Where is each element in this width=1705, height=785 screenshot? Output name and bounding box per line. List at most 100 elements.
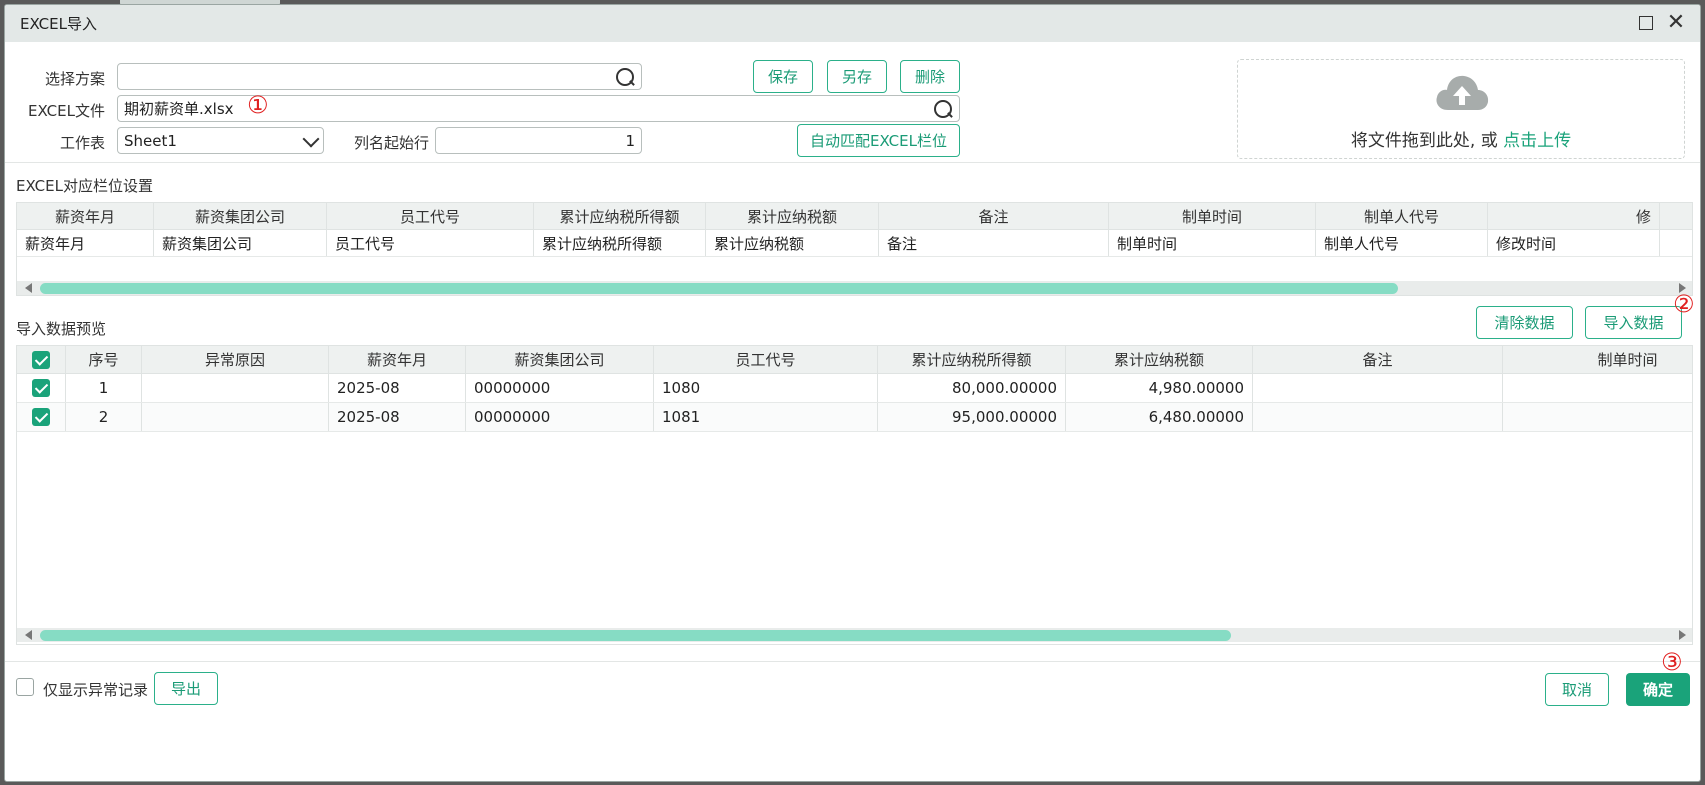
search-icon[interactable] xyxy=(615,67,635,87)
preview-scrollbar[interactable] xyxy=(17,628,1692,642)
import-data-button[interactable]: 导入数据 xyxy=(1585,306,1682,339)
preview-header-cell: 累计应纳税额 xyxy=(1066,346,1253,373)
search-icon[interactable] xyxy=(933,99,953,119)
mapping-header-cell: 制单人代号 xyxy=(1316,203,1488,229)
mapping-scrollbar[interactable] xyxy=(17,281,1692,295)
table-cell: 80,000.00000 xyxy=(878,374,1066,402)
scheme-label: 选择方案 xyxy=(44,70,105,88)
table-cell: 2025-08 xyxy=(329,374,466,402)
mapping-cell[interactable]: 制单时间 xyxy=(1109,230,1316,256)
preview-header-cell: 薪资年月 xyxy=(329,346,466,373)
preview-header-cell: 薪资集团公司 xyxy=(466,346,654,373)
maximize-icon xyxy=(1639,16,1653,30)
mapping-cell[interactable]: 修改时间 xyxy=(1488,230,1660,256)
clear-data-button[interactable]: 清除数据 xyxy=(1476,306,1573,339)
cloud-upload-icon xyxy=(1436,75,1489,110)
select-all-cell[interactable] xyxy=(17,346,66,373)
only-abnormal-checkbox[interactable] xyxy=(16,678,34,696)
table-cell: 00000000 xyxy=(466,374,654,402)
start-row-label: 列名起始行 xyxy=(353,134,429,152)
table-cell: 6,480.00000 xyxy=(1066,403,1253,431)
preview-header-row: 序号 异常原因 薪资年月 薪资集团公司 员工代号 累计应纳税所得额 累计应纳税额… xyxy=(17,346,1692,374)
table-cell: 1 xyxy=(66,374,142,402)
mapping-header-cell: 备注 xyxy=(879,203,1109,229)
row-checkbox[interactable] xyxy=(32,408,50,426)
mapping-header-row: 薪资年月 薪资集团公司 员工代号 累计应纳税所得额 累计应纳税额 备注 制单时间… xyxy=(17,203,1692,230)
mapping-header-cell: 薪资集团公司 xyxy=(154,203,327,229)
mapping-grid: 薪资年月 薪资集团公司 员工代号 累计应纳税所得额 累计应纳税额 备注 制单时间… xyxy=(16,202,1693,296)
dialog-title: EXCEL导入 xyxy=(20,15,97,33)
start-row-value: 1 xyxy=(625,131,635,150)
scroll-right-icon[interactable] xyxy=(1679,630,1686,640)
table-cell xyxy=(1503,403,1692,431)
confirm-button[interactable]: 确定 xyxy=(1626,673,1690,706)
mapping-header-cell: 员工代号 xyxy=(327,203,534,229)
table-cell: 95,000.00000 xyxy=(878,403,1066,431)
scroll-left-icon[interactable] xyxy=(25,630,32,640)
title-bar: EXCEL导入 ✕ xyxy=(5,5,1700,42)
only-abnormal-label[interactable]: 仅显示异常记录 xyxy=(43,679,148,700)
save-as-button[interactable]: 另存 xyxy=(827,60,887,93)
chevron-down-icon xyxy=(303,134,317,148)
table-cell: 4,980.00000 xyxy=(1066,374,1253,402)
mapping-header-cell: 薪资年月 xyxy=(17,203,154,229)
preview-header-cell: 异常原因 xyxy=(142,346,329,373)
table-row[interactable]: 2 2025-08 00000000 1081 95,000.00000 6,4… xyxy=(17,403,1692,432)
table-cell: 1081 xyxy=(654,403,878,431)
row-checkbox[interactable] xyxy=(32,379,50,397)
table-row[interactable]: 1 2025-08 00000000 1080 80,000.00000 4,9… xyxy=(17,374,1692,403)
mapping-section-label: EXCEL对应栏位设置 xyxy=(16,177,153,195)
table-cell xyxy=(142,403,329,431)
mapping-cell[interactable]: 累计应纳税所得额 xyxy=(534,230,706,256)
table-cell xyxy=(1503,374,1692,402)
table-cell xyxy=(142,374,329,402)
mapping-cell[interactable]: 薪资年月 xyxy=(17,230,154,256)
table-cell: 2025-08 xyxy=(329,403,466,431)
delete-button[interactable]: 删除 xyxy=(900,60,960,93)
preview-header-cell: 序号 xyxy=(66,346,142,373)
form-divider xyxy=(5,162,1700,163)
footer-divider xyxy=(5,661,1700,662)
excel-file-input[interactable]: 期初薪资单.xlsx xyxy=(117,95,960,122)
table-cell: 00000000 xyxy=(466,403,654,431)
scroll-thumb[interactable] xyxy=(40,283,1398,294)
sheet-select[interactable]: Sheet1 xyxy=(117,127,324,154)
save-button[interactable]: 保存 xyxy=(753,60,813,93)
step-marker-3: ③ xyxy=(1661,648,1683,676)
scroll-thumb[interactable] xyxy=(40,630,1231,641)
upload-dropzone[interactable]: 将文件拖到此处, 或 点击上传 xyxy=(1237,59,1685,159)
mapping-cell[interactable]: 备注 xyxy=(879,230,1109,256)
select-all-checkbox[interactable] xyxy=(32,350,50,369)
table-cell xyxy=(1253,374,1503,402)
cancel-button[interactable]: 取消 xyxy=(1545,673,1609,706)
row-select-cell[interactable] xyxy=(17,374,66,402)
mapping-cell[interactable]: 员工代号 xyxy=(327,230,534,256)
preview-header-cell: 备注 xyxy=(1253,346,1503,373)
excel-file-value: 期初薪资单.xlsx xyxy=(124,100,234,118)
mapping-header-cell: 修 xyxy=(1488,203,1660,229)
preview-grid: 序号 异常原因 薪资年月 薪资集团公司 员工代号 累计应纳税所得额 累计应纳税额… xyxy=(16,345,1693,645)
row-select-cell[interactable] xyxy=(17,403,66,431)
scheme-input[interactable] xyxy=(117,63,642,90)
maximize-button[interactable] xyxy=(1636,13,1656,33)
mapping-cell[interactable]: 制单人代号 xyxy=(1316,230,1488,256)
step-marker-2: ② xyxy=(1673,290,1695,318)
upload-hint: 将文件拖到此处, 或 点击上传 xyxy=(1238,126,1684,151)
preview-header-cell: 员工代号 xyxy=(654,346,878,373)
mapping-cell[interactable]: 累计应纳税额 xyxy=(706,230,879,256)
start-row-input[interactable]: 1 xyxy=(435,127,642,154)
sheet-label: 工作表 xyxy=(59,134,105,152)
auto-match-button[interactable]: 自动匹配EXCEL栏位 xyxy=(797,124,960,157)
upload-link[interactable]: 点击上传 xyxy=(1503,131,1571,151)
preview-header-cell: 制单时间 xyxy=(1503,346,1692,373)
table-cell: 1080 xyxy=(654,374,878,402)
close-icon: ✕ xyxy=(1666,10,1686,35)
export-button[interactable]: 导出 xyxy=(154,672,218,705)
mapping-cell[interactable]: 薪资集团公司 xyxy=(154,230,327,256)
step-marker-1: ① xyxy=(247,91,269,119)
mapping-row: 薪资年月 薪资集团公司 员工代号 累计应纳税所得额 累计应纳税额 备注 制单时间… xyxy=(17,230,1692,257)
sheet-value: Sheet1 xyxy=(124,131,177,150)
table-cell: 2 xyxy=(66,403,142,431)
scroll-left-icon[interactable] xyxy=(25,283,32,293)
close-button[interactable]: ✕ xyxy=(1666,10,1686,35)
